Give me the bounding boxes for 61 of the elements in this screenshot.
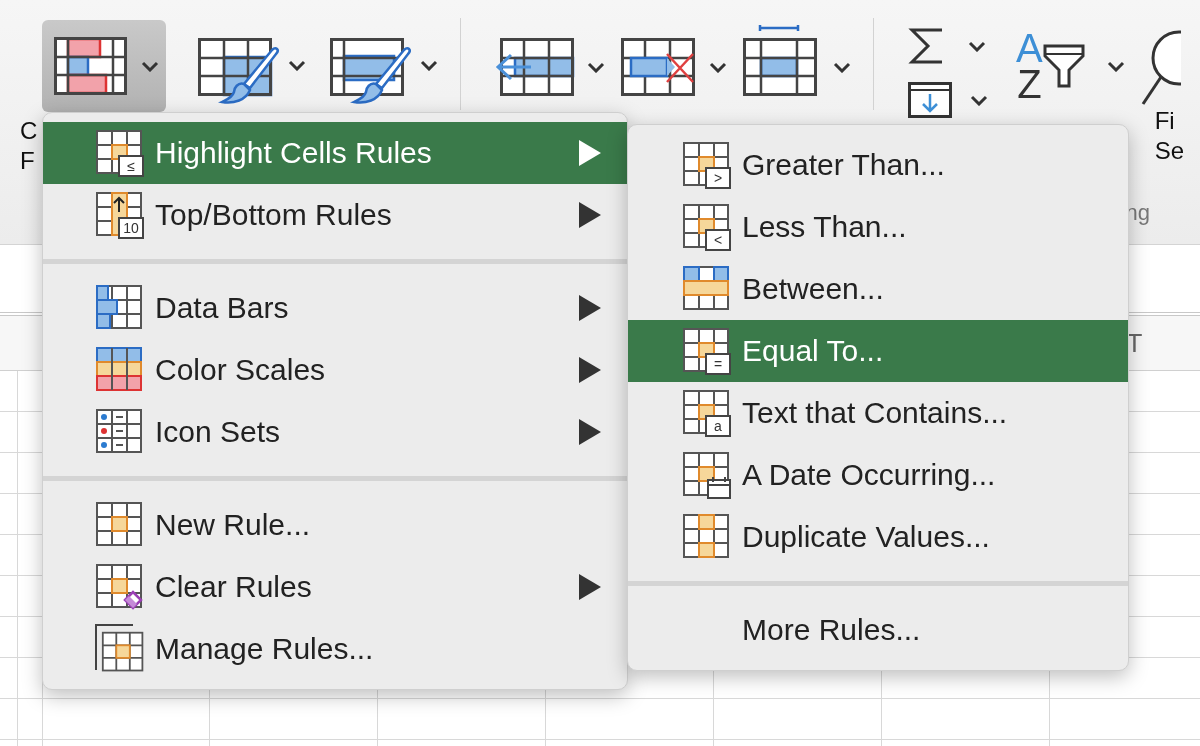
menu-item[interactable]: Color Scales — [43, 339, 627, 401]
stacked-tables-icon — [95, 624, 145, 674]
menu-item[interactable]: < Less Than... — [628, 196, 1128, 258]
search-icon — [1140, 30, 1181, 106]
menu-item[interactable]: Manage Rules... — [43, 618, 627, 680]
fill-button[interactable] — [908, 82, 988, 118]
sort-letter: Z — [1017, 66, 1042, 102]
chevron-down-icon — [968, 40, 986, 52]
table-rule-icon — [95, 128, 145, 178]
menu-item[interactable]: Icon Sets — [43, 401, 627, 463]
funnel-icon — [1042, 44, 1085, 88]
eraser-table-icon — [95, 562, 145, 612]
calendar-table-icon — [682, 450, 732, 500]
sort-filter-button[interactable]: A Z — [1016, 30, 1125, 102]
menu-item[interactable]: 10 Top/Bottom Rules — [43, 184, 627, 246]
fill-down-icon — [908, 82, 952, 118]
button-label: F — [20, 146, 35, 176]
table-width-icon — [743, 24, 817, 96]
conditional-formatting-button[interactable] — [42, 20, 166, 112]
menu-item[interactable]: = Equal To... — [628, 320, 1128, 382]
table-rule-icon — [682, 140, 732, 190]
table-delete-icon — [621, 38, 697, 96]
menu-item[interactable]: a Text that Contains... — [628, 382, 1128, 444]
button-label: C — [20, 116, 38, 146]
icon-symbol: ≤ — [126, 157, 136, 175]
table-rule-icon — [682, 388, 732, 438]
highlighted-table-icon — [54, 37, 127, 95]
delete-cells-button[interactable] — [621, 38, 727, 96]
insert-cells-button[interactable] — [495, 38, 605, 96]
table-rule-icon — [682, 202, 732, 252]
chevron-down-icon — [970, 94, 988, 106]
format-cells-button[interactable] — [743, 24, 851, 96]
chevron-down-icon — [709, 61, 727, 73]
chevron-down-icon — [141, 60, 159, 72]
menu-item[interactable]: Clear Rules — [43, 556, 627, 618]
icon-symbol: a — [713, 417, 723, 435]
menu-item[interactable]: Duplicate Values... — [628, 506, 1128, 568]
table-insert-arrow-icon — [495, 38, 575, 96]
menu-item[interactable]: Data Bars — [43, 277, 627, 339]
menu-item[interactable]: > Greater Than... — [628, 134, 1128, 196]
menu-item[interactable]: New Rule... — [43, 494, 627, 556]
chevron-down-icon — [288, 59, 306, 71]
chevron-down-icon — [1106, 60, 1125, 72]
chevron-down-icon — [587, 61, 605, 73]
icon-symbol: > — [712, 169, 724, 187]
chevron-down-icon — [833, 61, 851, 73]
menu-item[interactable]: A Date Occurring... — [628, 444, 1128, 506]
menu-item[interactable]: ≤ Highlight Cells Rules — [43, 122, 627, 184]
autosum-button[interactable] — [908, 26, 988, 66]
table-rule-icon — [95, 190, 145, 240]
menu-item[interactable]: More Rules... — [628, 599, 1128, 661]
icon-symbol: = — [712, 355, 724, 373]
sort-letter: A — [1016, 30, 1043, 66]
button-label: Fi — [1154, 106, 1175, 136]
chevron-down-icon — [420, 59, 438, 71]
icon-symbol: 10 — [122, 219, 140, 237]
button-label: Se — [1154, 136, 1185, 166]
menu-item[interactable]: Between... — [628, 258, 1128, 320]
sigma-icon — [908, 26, 944, 66]
table-rule-icon — [682, 326, 732, 376]
icon-symbol: < — [712, 231, 724, 249]
